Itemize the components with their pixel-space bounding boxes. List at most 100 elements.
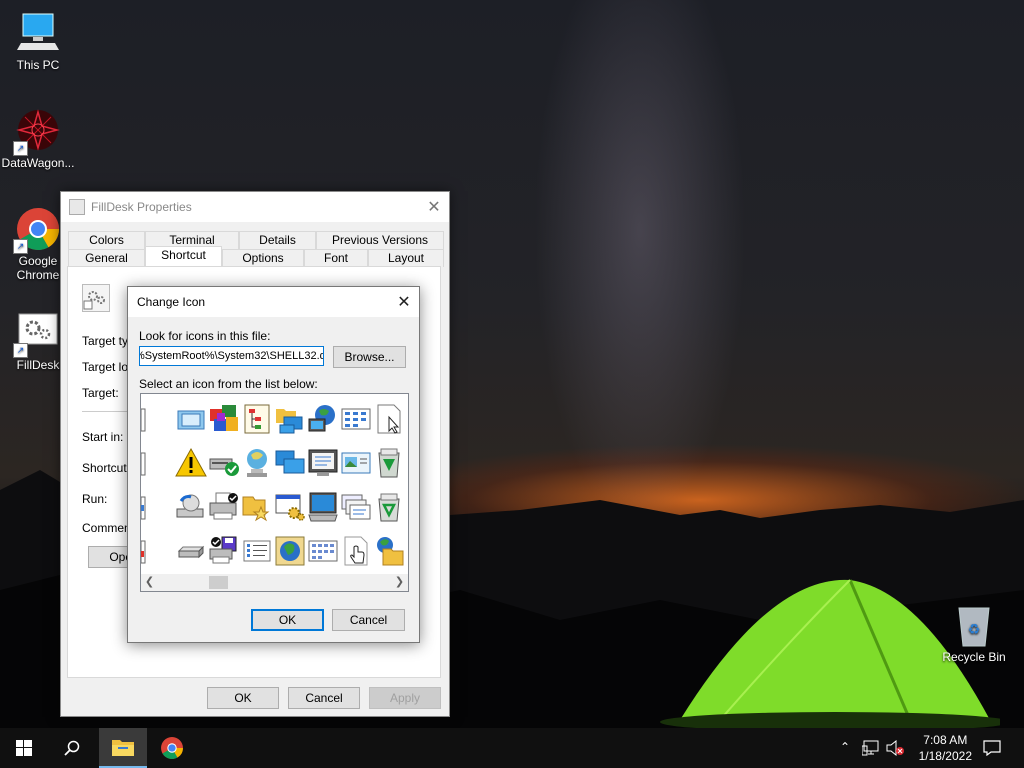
folder-globe-icon[interactable] xyxy=(372,529,405,573)
drive-icon[interactable] xyxy=(174,529,207,573)
shortcut-arrow-icon: ↗ xyxy=(13,141,28,156)
select-icon-label: Select an icon from the list below: xyxy=(139,377,318,391)
start-in-label: Start in: xyxy=(82,430,124,444)
icon-list[interactable]: ❮ ❯ xyxy=(140,393,409,592)
browse-button[interactable]: Browse... xyxy=(333,346,406,368)
partial-icon[interactable] xyxy=(141,485,174,529)
tab-row-bottom: General Shortcut Options Font Layout xyxy=(68,246,444,267)
chrome-icon: ↗ xyxy=(13,206,61,254)
shortcut-gears-icon xyxy=(82,284,110,312)
document-cursor-icon[interactable] xyxy=(372,397,405,441)
run-label: Run: xyxy=(82,492,108,506)
clock-time: 7:08 AM xyxy=(923,733,968,747)
close-icon[interactable]: ✕ xyxy=(419,197,449,217)
drive-arrow-icon[interactable] xyxy=(174,485,207,529)
globe-computer-icon[interactable] xyxy=(306,397,339,441)
taskbar-chrome[interactable] xyxy=(148,728,196,768)
look-for-label: Look for icons in this file: xyxy=(139,329,271,343)
ok-button[interactable]: OK xyxy=(251,609,324,631)
desktop-icon-label: Recycle Bin xyxy=(942,650,1006,664)
network-icon[interactable] xyxy=(862,740,880,756)
cancel-button[interactable]: Cancel xyxy=(332,609,405,631)
globe-pc-icon[interactable] xyxy=(240,441,273,485)
scroll-right-icon[interactable]: ❯ xyxy=(391,574,408,591)
printer-disk-icon[interactable] xyxy=(207,529,240,573)
tab-general[interactable]: General xyxy=(68,249,145,267)
desktop-icon-label: Google Chrome xyxy=(16,254,60,282)
desktop-icon-recycle-bin[interactable]: ♻ Recycle Bin xyxy=(936,602,1012,664)
hand-cursor-icon[interactable] xyxy=(339,529,372,573)
warning-icon[interactable] xyxy=(174,441,207,485)
printer-check-icon[interactable] xyxy=(207,485,240,529)
apply-button[interactable]: Apply xyxy=(369,687,441,709)
monitors-icon[interactable] xyxy=(273,441,306,485)
tab-font[interactable]: Font xyxy=(304,249,368,267)
chevron-up-icon[interactable]: ⌃ xyxy=(840,740,850,754)
change-icon-dialog: Change Icon ✕ Look for icons in this fil… xyxy=(127,286,420,643)
monitor-keyboard-icon[interactable] xyxy=(306,485,339,529)
window-gears-icon[interactable] xyxy=(273,485,306,529)
tab-shortcut[interactable]: Shortcut xyxy=(145,246,222,267)
desktop-icon-this-pc[interactable]: This PC xyxy=(0,10,76,72)
tab-colors[interactable]: Colors xyxy=(68,231,145,249)
partial-icon[interactable] xyxy=(141,397,174,441)
dialog-title: Change Icon xyxy=(137,295,206,309)
datawagon-icon: ↗ xyxy=(13,108,61,156)
notifications-icon[interactable] xyxy=(983,740,1001,756)
calculator-icon[interactable] xyxy=(306,529,339,573)
recycle-arrows-icon[interactable] xyxy=(372,485,405,529)
folder-stars-icon[interactable] xyxy=(240,485,273,529)
search-button[interactable] xyxy=(48,728,96,768)
picture-window-icon[interactable] xyxy=(339,441,372,485)
desktop-icon-label: FillDesk xyxy=(16,358,60,372)
tab-row-top: Colors Terminal Details Previous Version… xyxy=(68,231,444,249)
computer-icon xyxy=(15,10,61,56)
search-icon xyxy=(64,740,80,756)
chrome-icon xyxy=(161,737,183,759)
icon-file-path-value: %SystemRoot%\System32\SHELL32.dll xyxy=(139,350,324,362)
recycle-full-icon[interactable] xyxy=(372,441,405,485)
tab-layout[interactable]: Layout xyxy=(368,249,444,267)
scroll-thumb[interactable] xyxy=(209,576,228,589)
tab-previous-versions[interactable]: Previous Versions xyxy=(316,231,444,249)
properties-titlebar[interactable]: FillDesk Properties ✕ xyxy=(61,192,449,222)
cancel-button[interactable]: Cancel xyxy=(288,687,360,709)
folders-network-icon[interactable] xyxy=(273,397,306,441)
scroll-left-icon[interactable]: ❮ xyxy=(141,574,158,591)
grid-list-icon[interactable] xyxy=(339,397,372,441)
tree-icon[interactable] xyxy=(240,397,273,441)
system-clock[interactable]: 7:08 AM 1/18/2022 xyxy=(919,732,972,764)
app-icon xyxy=(69,199,85,215)
volume-muted-icon[interactable] xyxy=(885,740,905,756)
window-title: FillDesk Properties xyxy=(91,200,192,214)
monitor-text-icon[interactable] xyxy=(306,441,339,485)
drive-check-icon[interactable] xyxy=(207,441,240,485)
folder-icon xyxy=(112,740,134,756)
taskbar-file-explorer[interactable] xyxy=(99,728,147,768)
clock-date: 1/18/2022 xyxy=(918,749,972,763)
windows-stack-icon[interactable] xyxy=(339,485,372,529)
ok-button[interactable]: OK xyxy=(207,687,279,709)
checklist-icon[interactable] xyxy=(240,529,273,573)
partial-icon[interactable] xyxy=(141,441,174,485)
icon-file-path-input[interactable]: %SystemRoot%\System32\SHELL32.dll xyxy=(139,346,324,366)
desktop-icon-label: This PC xyxy=(16,58,60,72)
svg-text:♻: ♻ xyxy=(968,622,981,638)
tab-options[interactable]: Options xyxy=(222,249,304,267)
dialog-titlebar[interactable]: Change Icon ✕ xyxy=(128,287,419,317)
horizontal-scrollbar[interactable]: ❮ ❯ xyxy=(141,574,408,591)
start-button[interactable] xyxy=(0,728,48,768)
tab-details[interactable]: Details xyxy=(239,231,316,249)
windows-logo-icon xyxy=(16,740,32,756)
desktop-icon-label: DataWagon... xyxy=(1,156,75,170)
apps-icon[interactable] xyxy=(207,397,240,441)
desktop-icon-datawagon[interactable]: ↗ DataWagon... xyxy=(0,108,76,170)
globe-frame-icon[interactable] xyxy=(273,529,306,573)
gears-icon: ↗ xyxy=(13,310,61,358)
icon-grid xyxy=(141,397,405,573)
shortcut-arrow-icon: ↗ xyxy=(13,239,28,254)
partial-icon[interactable] xyxy=(141,529,174,573)
window-icon[interactable] xyxy=(174,397,207,441)
close-icon[interactable]: ✕ xyxy=(389,292,419,312)
target-label: Target: xyxy=(82,386,119,400)
